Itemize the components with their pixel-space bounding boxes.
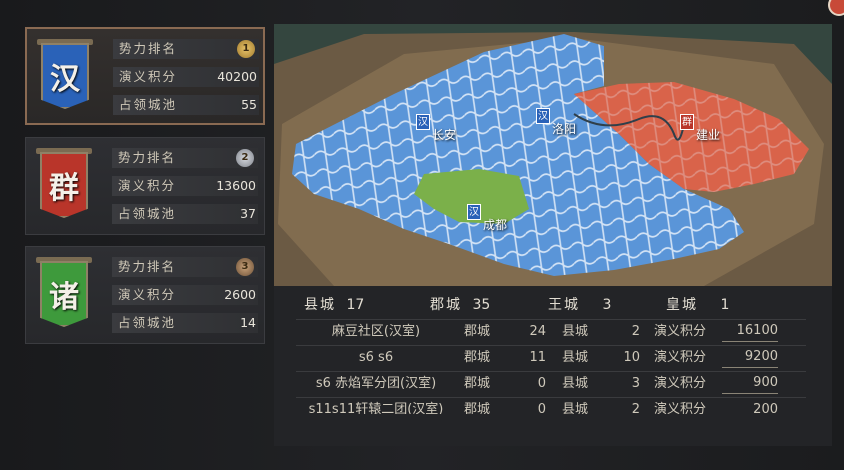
- city-name: 成都: [483, 218, 508, 232]
- score-label: 演义积分: [654, 376, 707, 391]
- member-row[interactable]: 麻豆社区(汉室) 郡城 24 县城 2 演义积分 16100: [274, 320, 832, 346]
- faction-banner: 汉: [41, 43, 89, 109]
- cities-value: 14: [240, 315, 256, 330]
- cities-label: 占领城池: [118, 315, 177, 330]
- rank-medal-icon: 3: [236, 258, 254, 276]
- rank-label: 势力排名: [119, 41, 178, 56]
- faction-glyph: 群: [49, 171, 79, 206]
- faction-glyph: 诸: [49, 280, 79, 315]
- cities-row: 占领城池 14: [112, 313, 258, 333]
- score-label: 演义积分: [654, 324, 707, 339]
- xian-label: 县城: [562, 402, 589, 414]
- member-name: s6 s6: [358, 350, 394, 365]
- jun-value: 24: [529, 324, 546, 339]
- rank-row: 势力排名 2: [112, 148, 258, 168]
- member-list[interactable]: 麻豆社区(汉室) 郡城 24 县城 2 演义积分 16100 s6 s6 郡城 …: [274, 320, 832, 414]
- cities-row: 占领城池 55: [113, 95, 259, 115]
- cities-value: 37: [240, 206, 256, 221]
- cities-value: 55: [241, 97, 257, 112]
- faction-glyph: 汉: [50, 62, 80, 97]
- city-changan[interactable]: 汉 长安: [416, 114, 456, 142]
- jun-value: 0: [537, 376, 546, 391]
- member-name: 麻豆社区(汉室): [331, 324, 421, 339]
- member-name: s6 赤焰军分团(汉室): [315, 376, 437, 391]
- xian-label: 县城: [562, 376, 589, 391]
- xian-value: 2: [631, 402, 640, 414]
- summary-county: 县城 17: [304, 297, 365, 313]
- faction-card-qun[interactable]: 群 势力排名 2 演义积分 13600 占领城池 37: [25, 137, 265, 235]
- jun-value: 0: [537, 402, 546, 414]
- faction-banner: 群: [40, 152, 88, 218]
- member-row[interactable]: s6 赤焰军分团(汉室) 郡城 0 县城 3 演义积分 900: [274, 372, 832, 398]
- score-row: 演义积分 13600: [112, 176, 258, 196]
- rank-medal-icon: 2: [236, 149, 254, 167]
- city-chengdu[interactable]: 汉 成都: [467, 204, 507, 232]
- faction-card-zhu[interactable]: 诸 势力排名 3 演义积分 2600 占领城池 14: [25, 246, 265, 344]
- cities-label: 占领城池: [118, 206, 177, 221]
- score-value: 200: [753, 402, 778, 414]
- map-canvas: [274, 24, 832, 286]
- rank-medal-icon: 1: [237, 40, 255, 58]
- member-row[interactable]: s11s11轩辕二团(汉室) 郡城 0 县城 2 演义积分 200: [274, 398, 832, 414]
- rank-label: 势力排名: [118, 259, 177, 274]
- jun-label: 郡城: [464, 376, 491, 391]
- rank-row: 势力排名 3: [112, 257, 258, 277]
- score-row: 演义积分 40200: [113, 67, 259, 87]
- xian-value: 2: [631, 324, 640, 339]
- flag-icon: 汉: [536, 108, 550, 124]
- xian-label: 县城: [562, 350, 589, 365]
- territory-map[interactable]: 汉 长安 汉 洛阳 群 建业 汉 成都: [274, 24, 832, 286]
- score-label: 演义积分: [654, 402, 707, 414]
- score-label: 演义积分: [119, 69, 178, 84]
- jun-label: 郡城: [464, 350, 491, 365]
- rank-label: 势力排名: [118, 150, 177, 165]
- score-value: 9200: [722, 346, 778, 368]
- member-name: s11s11轩辕二团(汉室): [308, 402, 444, 414]
- faction-card-han[interactable]: 汉 势力排名 1 演义积分 40200 占领城池 55: [25, 27, 265, 125]
- city-name: 长安: [432, 128, 457, 142]
- flag-icon: 汉: [416, 114, 430, 130]
- score-value: 2600: [224, 287, 256, 302]
- flag-icon: 汉: [467, 204, 481, 220]
- score-label: 演义积分: [118, 178, 177, 193]
- score-value: 900: [722, 372, 778, 394]
- summary-king: 王城 3: [548, 297, 612, 313]
- score-row: 演义积分 2600: [112, 285, 258, 305]
- score-label: 演义积分: [118, 287, 177, 302]
- summary-imperial: 皇城 1: [666, 297, 730, 313]
- score-value: 40200: [217, 69, 257, 84]
- city-luoyang[interactable]: 汉 洛阳: [536, 108, 576, 136]
- city-name: 洛阳: [552, 122, 577, 136]
- city-jianye[interactable]: 群 建业: [680, 114, 720, 142]
- xian-value: 3: [631, 376, 640, 391]
- jun-label: 郡城: [464, 324, 491, 339]
- city-name: 建业: [696, 128, 721, 142]
- score-label: 演义积分: [654, 350, 707, 365]
- xian-value: 10: [623, 350, 640, 365]
- xian-label: 县城: [562, 324, 589, 339]
- cities-row: 占领城池 37: [112, 204, 258, 224]
- cities-label: 占领城池: [119, 97, 178, 112]
- jun-value: 11: [529, 350, 546, 365]
- jun-label: 郡城: [464, 402, 491, 414]
- score-value: 13600: [216, 178, 256, 193]
- rank-row: 势力排名 1: [113, 39, 259, 59]
- flag-icon: 群: [680, 114, 694, 130]
- stats-panel: 县城 17 郡城 35 王城 3 皇城 1 麻豆社区(汉室) 郡城 24 县城 …: [274, 286, 832, 446]
- summary-commandery: 郡城 35: [430, 297, 491, 313]
- faction-banner: 诸: [40, 261, 88, 327]
- member-row[interactable]: s6 s6 郡城 11 县城 10 演义积分 9200: [274, 346, 832, 372]
- score-value: 16100: [722, 320, 778, 342]
